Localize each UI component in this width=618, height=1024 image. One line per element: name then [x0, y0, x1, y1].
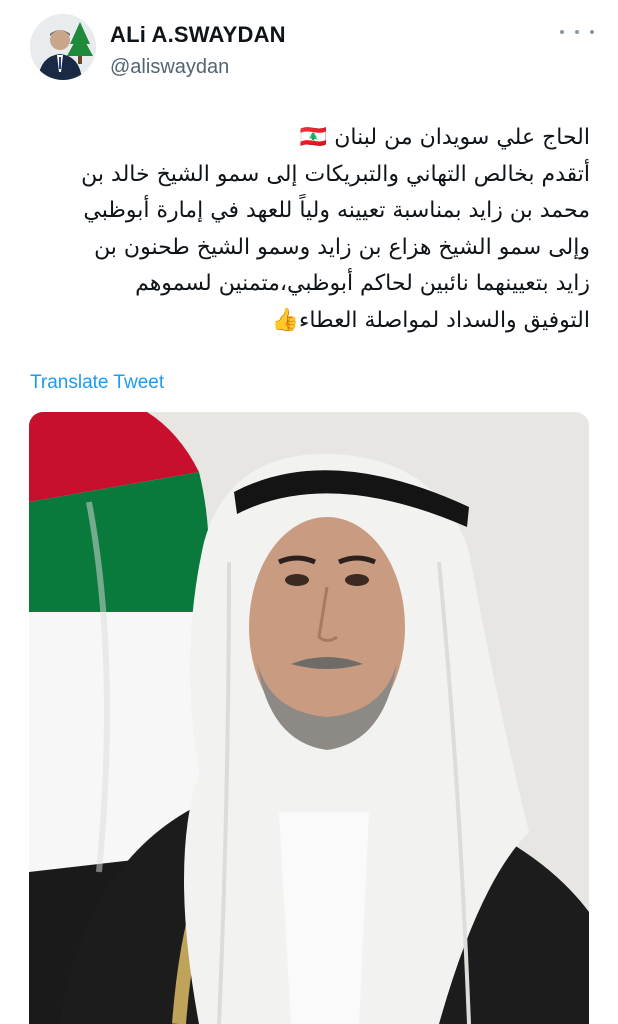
tweet-line: أتقدم بخالص التهاني والتبريكات إلى سمو ا…: [81, 161, 590, 187]
tweet-media-photo[interactable]: [29, 412, 589, 1024]
portrait-photo-icon: [29, 412, 589, 1024]
user-handle[interactable]: @aliswaydan: [110, 56, 229, 79]
translate-tweet-link[interactable]: Translate Tweet: [30, 372, 164, 394]
display-name[interactable]: ALi A.SWAYDAN: [110, 22, 286, 48]
dot: [560, 30, 564, 34]
dot: [575, 30, 579, 34]
profile-photo-icon: [30, 14, 96, 80]
tweet-line: زايد بتعيينهما نائبين لحاكم أبوظبي،متمني…: [135, 271, 590, 296]
tweet-line: محمد بن زايد بمناسبة تعيينه ولياً للعهد …: [83, 198, 590, 223]
tweet-text: الحاج علي سويدان من لبنان 🇱🇧 أتقدم بخالص…: [30, 120, 590, 339]
tweet-header: ALi A.SWAYDAN @aliswaydan: [0, 0, 618, 100]
tweet-line: التوفيق والسداد لمواصلة العطاء👍: [271, 307, 590, 333]
tweet-line: الحاج علي سويدان من لبنان 🇱🇧: [299, 125, 590, 150]
more-dots-icon[interactable]: [560, 22, 594, 42]
avatar[interactable]: [30, 14, 96, 80]
tweet-line: وإلى سمو الشيخ هزاع بن زايد وسمو الشيخ ط…: [94, 234, 590, 260]
dot: [590, 30, 594, 34]
